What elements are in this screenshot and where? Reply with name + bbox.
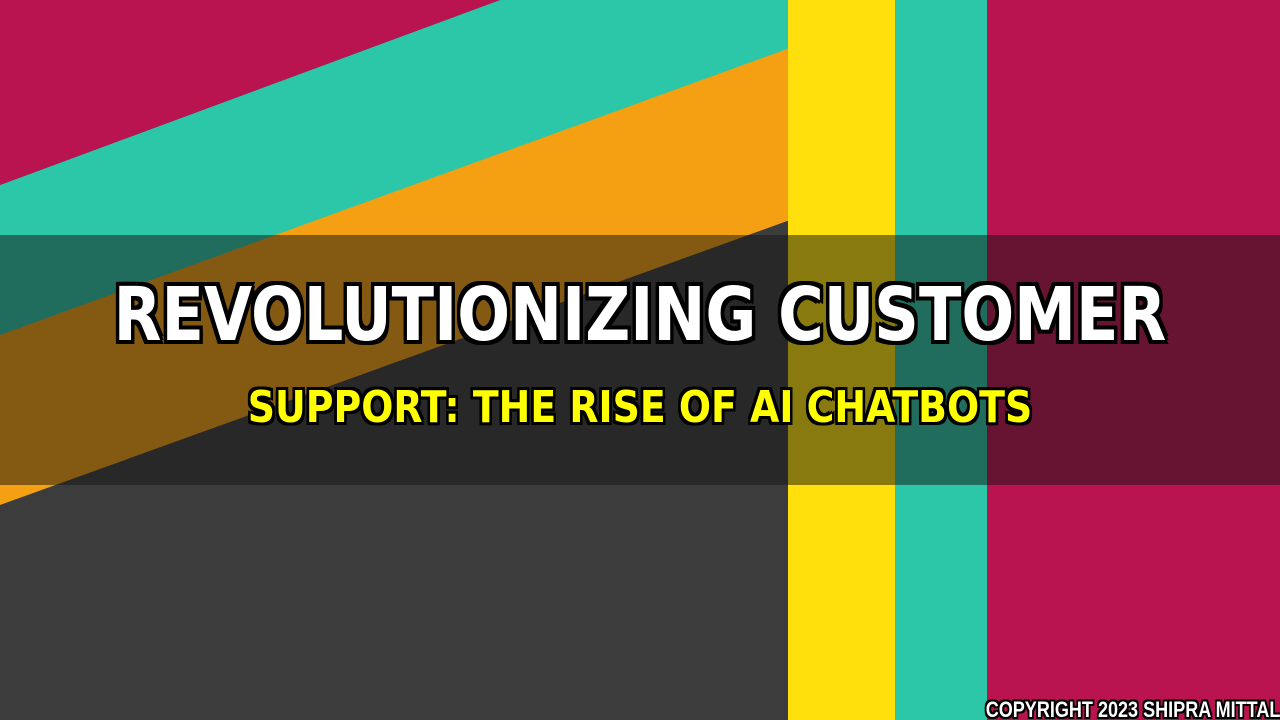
title-line-2: SUPPORT: THE RISE OF AI CHATBOTS xyxy=(247,382,1033,433)
copyright-notice: COPYRIGHT 2023 SHIPRA MITTAL xyxy=(985,697,1280,720)
title-line-1: REVOLUTIONIZING CUSTOMER xyxy=(113,272,1167,358)
thumbnail-canvas: REVOLUTIONIZING CUSTOMER SUPPORT: THE RI… xyxy=(0,0,1280,720)
